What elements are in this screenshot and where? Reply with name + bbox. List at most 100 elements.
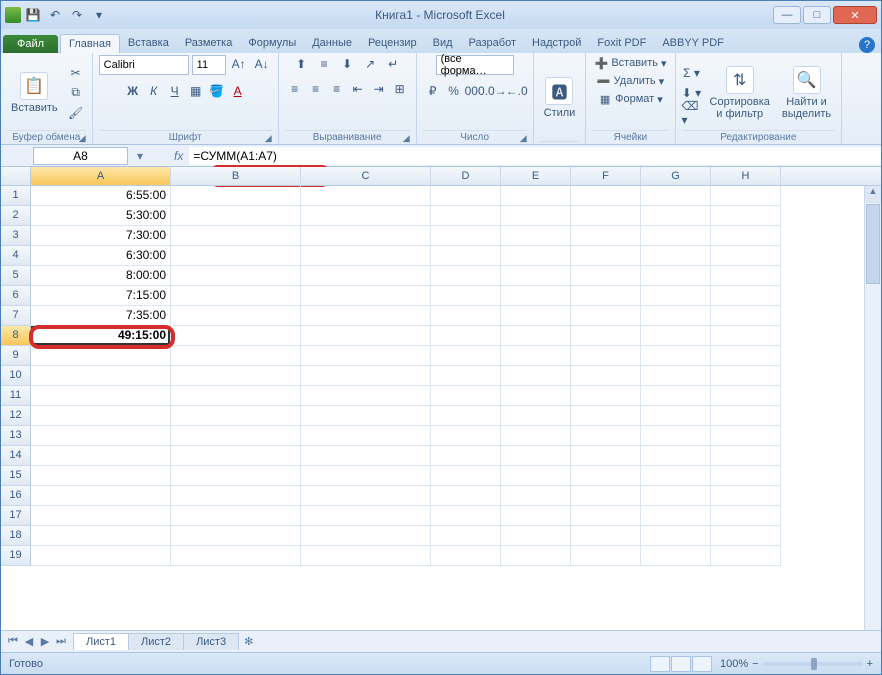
cell-D10[interactable]	[431, 366, 501, 386]
cell-G10[interactable]	[641, 366, 711, 386]
cell-F19[interactable]	[571, 546, 641, 566]
cell-A6[interactable]: 7:15:00	[31, 286, 171, 306]
save-button[interactable]: 💾	[23, 5, 43, 25]
cell-H4[interactable]	[711, 246, 781, 266]
row-header-8[interactable]: 8	[1, 326, 31, 346]
cell-B17[interactable]	[171, 506, 301, 526]
cell-F16[interactable]	[571, 486, 641, 506]
cell-D19[interactable]	[431, 546, 501, 566]
cell-F17[interactable]	[571, 506, 641, 526]
row-header-11[interactable]: 11	[1, 386, 31, 406]
normal-view-button[interactable]	[650, 656, 670, 672]
cell-B6[interactable]	[171, 286, 301, 306]
cell-B10[interactable]	[171, 366, 301, 386]
cell-F1[interactable]	[571, 186, 641, 206]
sort-filter-button[interactable]: ⇅ Сортировка и фильтр	[706, 64, 774, 122]
cell-A12[interactable]	[31, 406, 171, 426]
cell-F2[interactable]	[571, 206, 641, 226]
cell-D11[interactable]	[431, 386, 501, 406]
row-header-10[interactable]: 10	[1, 366, 31, 386]
cell-E12[interactable]	[501, 406, 571, 426]
cell-C4[interactable]	[301, 246, 431, 266]
column-header-A[interactable]: A	[31, 167, 171, 185]
cell-B2[interactable]	[171, 206, 301, 226]
cell-C3[interactable]	[301, 226, 431, 246]
column-header-D[interactable]: D	[431, 167, 501, 185]
tab-формулы[interactable]: Формулы	[240, 34, 304, 53]
format-painter-button[interactable]: 🖌	[66, 104, 86, 122]
cell-G16[interactable]	[641, 486, 711, 506]
cell-D7[interactable]	[431, 306, 501, 326]
cell-C1[interactable]	[301, 186, 431, 206]
decrease-decimal-button[interactable]: ←.0	[507, 82, 527, 100]
cell-G17[interactable]	[641, 506, 711, 526]
cell-E2[interactable]	[501, 206, 571, 226]
cell-H10[interactable]	[711, 366, 781, 386]
cell-G6[interactable]	[641, 286, 711, 306]
zoom-slider[interactable]	[763, 662, 863, 666]
align-middle-button[interactable]: ≡	[314, 55, 334, 73]
font-size-combo[interactable]: 11	[192, 55, 226, 75]
font-name-combo[interactable]: Calibri	[99, 55, 189, 75]
cell-B9[interactable]	[171, 346, 301, 366]
styles-button[interactable]: 🅰 Стили	[540, 75, 580, 121]
vertical-scrollbar[interactable]: ▲	[864, 186, 881, 630]
row-header-4[interactable]: 4	[1, 246, 31, 266]
row-header-16[interactable]: 16	[1, 486, 31, 506]
tab-foxit pdf[interactable]: Foxit PDF	[589, 34, 654, 53]
cell-C15[interactable]	[301, 466, 431, 486]
align-left-button[interactable]: ≡	[285, 80, 305, 98]
cell-E16[interactable]	[501, 486, 571, 506]
cell-H5[interactable]	[711, 266, 781, 286]
cell-A15[interactable]	[31, 466, 171, 486]
cell-B3[interactable]	[171, 226, 301, 246]
cell-F12[interactable]	[571, 406, 641, 426]
cell-D3[interactable]	[431, 226, 501, 246]
scroll-up-button[interactable]: ▲	[865, 186, 881, 203]
minimize-button[interactable]: —	[773, 6, 801, 24]
cell-D9[interactable]	[431, 346, 501, 366]
cell-D8[interactable]	[431, 326, 501, 346]
merge-button[interactable]: ⊞	[390, 80, 410, 98]
cell-G4[interactable]	[641, 246, 711, 266]
delete-cells-button[interactable]: ➖Удалить ▾	[595, 73, 667, 89]
paste-button[interactable]: 📋 Вставить	[7, 70, 62, 116]
dialog-launcher-icon[interactable]: ◢	[403, 133, 410, 144]
cell-H3[interactable]	[711, 226, 781, 246]
sheet-tab-Лист1[interactable]: Лист1	[73, 633, 129, 650]
cell-A4[interactable]: 6:30:00	[31, 246, 171, 266]
cell-G15[interactable]	[641, 466, 711, 486]
select-all-corner[interactable]	[1, 167, 31, 185]
column-header-G[interactable]: G	[641, 167, 711, 185]
increase-indent-button[interactable]: ⇥	[369, 80, 389, 98]
cell-D15[interactable]	[431, 466, 501, 486]
format-cells-button[interactable]: ▦Формат ▾	[596, 91, 665, 107]
cell-C19[interactable]	[301, 546, 431, 566]
align-top-button[interactable]: ⬆	[291, 55, 311, 73]
cell-C2[interactable]	[301, 206, 431, 226]
row-header-15[interactable]: 15	[1, 466, 31, 486]
cell-E5[interactable]	[501, 266, 571, 286]
formula-input[interactable]	[189, 147, 881, 165]
cell-E10[interactable]	[501, 366, 571, 386]
cell-H9[interactable]	[711, 346, 781, 366]
cell-D5[interactable]	[431, 266, 501, 286]
cell-B11[interactable]	[171, 386, 301, 406]
close-button[interactable]: ✕	[833, 6, 877, 24]
row-header-14[interactable]: 14	[1, 446, 31, 466]
cell-F13[interactable]	[571, 426, 641, 446]
dialog-launcher-icon[interactable]: ◢	[79, 133, 86, 144]
column-header-E[interactable]: E	[501, 167, 571, 185]
cell-A5[interactable]: 8:00:00	[31, 266, 171, 286]
cell-H11[interactable]	[711, 386, 781, 406]
zoom-level[interactable]: 100%	[720, 658, 748, 670]
cell-G1[interactable]	[641, 186, 711, 206]
cell-A7[interactable]: 7:35:00	[31, 306, 171, 326]
row-header-2[interactable]: 2	[1, 206, 31, 226]
redo-button[interactable]: ↷	[67, 5, 87, 25]
cell-G8[interactable]	[641, 326, 711, 346]
cell-E6[interactable]	[501, 286, 571, 306]
percent-button[interactable]: %	[444, 82, 464, 100]
align-center-button[interactable]: ≡	[306, 80, 326, 98]
align-bottom-button[interactable]: ⬇	[337, 55, 357, 73]
